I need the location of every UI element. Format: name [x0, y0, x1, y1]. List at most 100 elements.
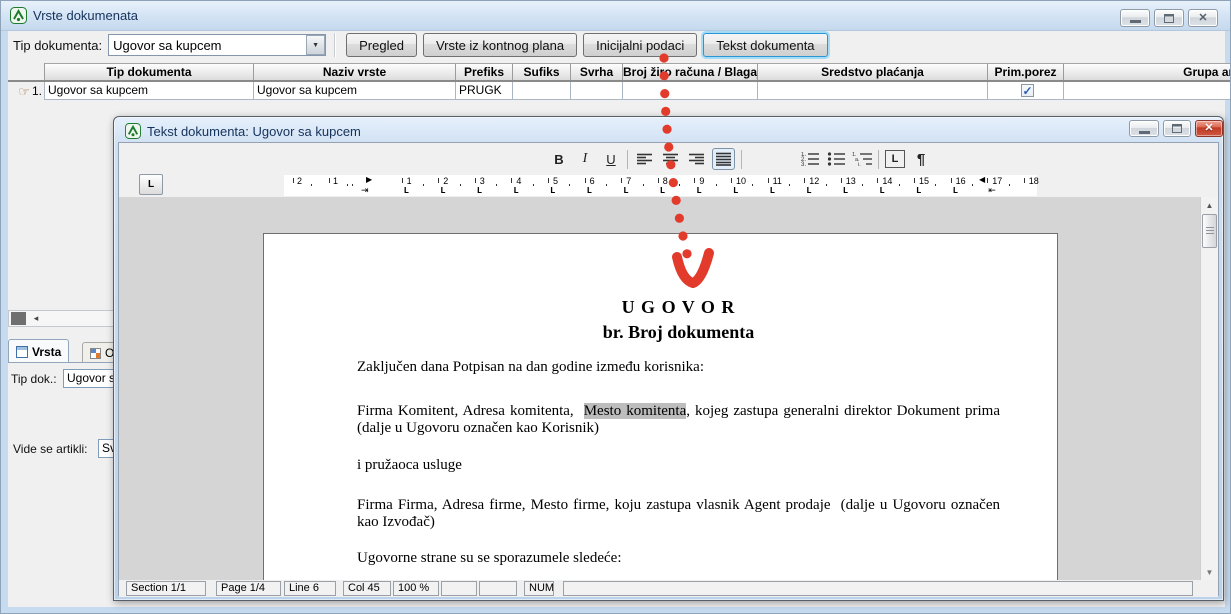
ruler-mark: 11: [773, 176, 782, 186]
grid-tab-icon: [90, 348, 101, 359]
ruler-mark: [679, 184, 680, 186]
restore-button[interactable]: [1154, 9, 1184, 27]
align-center-button[interactable]: [660, 148, 680, 170]
column-header: Naziv vrste: [254, 63, 456, 80]
restore-icon: [1172, 124, 1182, 133]
scroll-down-icon[interactable]: ▼: [1203, 568, 1216, 577]
svg-text:3.: 3.: [801, 162, 806, 166]
ruler-mark: 18: [1029, 176, 1039, 186]
justify-button[interactable]: [712, 148, 735, 170]
cell-prefiks[interactable]: PRUGK: [456, 82, 513, 100]
ruler-mark: 14: [882, 176, 892, 186]
ruler-mark: L: [806, 186, 811, 196]
ruler-mark: [862, 184, 863, 186]
numbered-list-button[interactable]: 1.2.3.: [800, 148, 820, 170]
tab-stop-button[interactable]: L: [885, 150, 905, 168]
ruler-mark: [752, 184, 753, 186]
ruler-mark[interactable]: ⇥: [361, 186, 369, 195]
ruler-mark: [935, 184, 936, 186]
underline-button[interactable]: U: [601, 148, 621, 170]
ruler-mark: 6: [590, 176, 595, 186]
minimize-button[interactable]: [1129, 120, 1159, 137]
ruler-mark: [548, 178, 549, 183]
status-line: Line 6: [284, 581, 336, 596]
formatting-toolbar: B I U 1.2.3. 1.a.i. L ¶: [549, 146, 931, 172]
ruler-mark: [1024, 178, 1025, 183]
status-page: Page 1/4: [216, 581, 281, 596]
cell-sredstvo-placanja[interactable]: [758, 82, 988, 100]
restore-button[interactable]: [1163, 120, 1191, 137]
close-button[interactable]: ✕: [1195, 120, 1223, 137]
tab-type-selector[interactable]: L: [139, 174, 163, 195]
chevron-down-icon: ▼: [312, 42, 319, 49]
status-num-lock: NUM: [524, 581, 554, 596]
show-paragraph-marks-button[interactable]: ¶: [911, 148, 931, 170]
cell-naziv-vrste[interactable]: Ugovor sa kupcem: [254, 82, 456, 100]
table-header-row: Tip dokumenta Naziv vrste Prefiks Sufiks…: [8, 63, 1231, 82]
ruler-mark: L: [660, 186, 665, 196]
close-button[interactable]: ✕: [1188, 9, 1218, 27]
ruler-mark: [789, 184, 790, 186]
column-header: Sredstvo plaćanja: [758, 63, 988, 80]
minimize-button[interactable]: [1120, 9, 1150, 27]
ruler-mark[interactable]: ⇤: [988, 186, 996, 195]
inicijalni-podaci-button[interactable]: Inicijalni podaci: [583, 33, 697, 57]
bold-button[interactable]: B: [549, 148, 569, 170]
cell-svrha[interactable]: [571, 82, 623, 100]
app-icon: [10, 7, 27, 24]
combobox-dropdown-button[interactable]: ▼: [306, 35, 325, 55]
header-gutter: [8, 63, 45, 80]
scroll-up-icon[interactable]: ▲: [1203, 201, 1216, 210]
scroll-left-button[interactable]: ◂: [29, 312, 43, 325]
ruler-mark: [585, 178, 586, 183]
align-right-button[interactable]: [686, 148, 706, 170]
ruler-mark[interactable]: ▶: [366, 176, 372, 184]
table-row[interactable]: ☞ 1. Ugovor sa kupcem Ugovor sa kupcem P…: [8, 82, 1231, 100]
cell-sufiks[interactable]: [513, 82, 571, 100]
tekst-dokumenta-button[interactable]: Tekst dokumenta: [703, 33, 827, 57]
ruler-mark[interactable]: ◀: [979, 176, 985, 184]
row-selector[interactable]: ☞ 1.: [8, 82, 45, 100]
tab-vrsta[interactable]: Vrsta: [8, 339, 69, 363]
align-left-button[interactable]: [634, 148, 654, 170]
doc-window-titlebar[interactable]: Tekst dokumenta: Ugovor sa kupcem: [118, 120, 1098, 142]
paragraph: i pružaoca usluge: [357, 457, 1000, 474]
tip-dokumenta-combobox[interactable]: Ugovor sa kupcem ▼: [108, 34, 326, 56]
vrste-iz-kontnog-plana-button[interactable]: Vrste iz kontnog plana: [423, 33, 577, 57]
italic-button[interactable]: I: [575, 148, 595, 170]
restore-icon: [1164, 14, 1174, 23]
main-window-border-right: [1225, 31, 1231, 614]
column-header: Prefiks: [456, 63, 513, 80]
align-center-icon: [663, 153, 678, 165]
ruler-mark: L: [770, 186, 775, 196]
pregled-button[interactable]: Pregled: [346, 33, 417, 57]
ruler-mark: [731, 178, 732, 183]
paragraph-text: Firma Komitent, Adresa komitenta,: [357, 403, 584, 419]
cell-tip-dokumenta[interactable]: Ugovor sa kupcem: [45, 82, 254, 100]
prim-porez-checkbox[interactable]: [1021, 84, 1034, 97]
multilevel-list-button[interactable]: 1.a.i.: [852, 148, 872, 170]
ruler-mark: [606, 184, 607, 186]
screen: Vrste dokumenata ✕ Tip dokumenta: Ugovor…: [0, 0, 1231, 614]
ruler-mark: 2: [443, 176, 448, 186]
minimize-icon: [1130, 20, 1141, 23]
scrollbar-thumb[interactable]: [11, 312, 26, 325]
cell-broj-ziro[interactable]: [623, 82, 758, 100]
cell-prim-porez[interactable]: [988, 82, 1064, 100]
ruler-mark: 3: [480, 176, 485, 186]
main-window-title: Vrste dokumenata: [33, 8, 138, 23]
paragraph: Zaključen dana Potpisan na dan godine iz…: [357, 359, 1000, 376]
cell-grupa-artikala[interactable]: [1064, 82, 1231, 100]
ruler-mark: [293, 178, 294, 183]
doc-status-bar: Section 1/1 Page 1/4 Line 6 Col 45 100 %…: [119, 580, 1218, 597]
bullet-list-button[interactable]: [826, 148, 846, 170]
column-header: Tip dokumenta: [45, 63, 254, 80]
scrollbar-thumb[interactable]: [1202, 214, 1217, 248]
ruler-mark: [352, 184, 353, 186]
document-page[interactable]: U G O V O R br. Broj dokumenta Zaključen…: [263, 233, 1058, 580]
main-window-titlebar[interactable]: Vrste dokumenata: [1, 1, 1231, 31]
toolbar-separator: [627, 150, 628, 169]
vertical-scrollbar[interactable]: ▲ ▼: [1200, 197, 1218, 580]
document-tab-icon: [16, 346, 28, 358]
ruler-mark: L: [696, 186, 701, 196]
